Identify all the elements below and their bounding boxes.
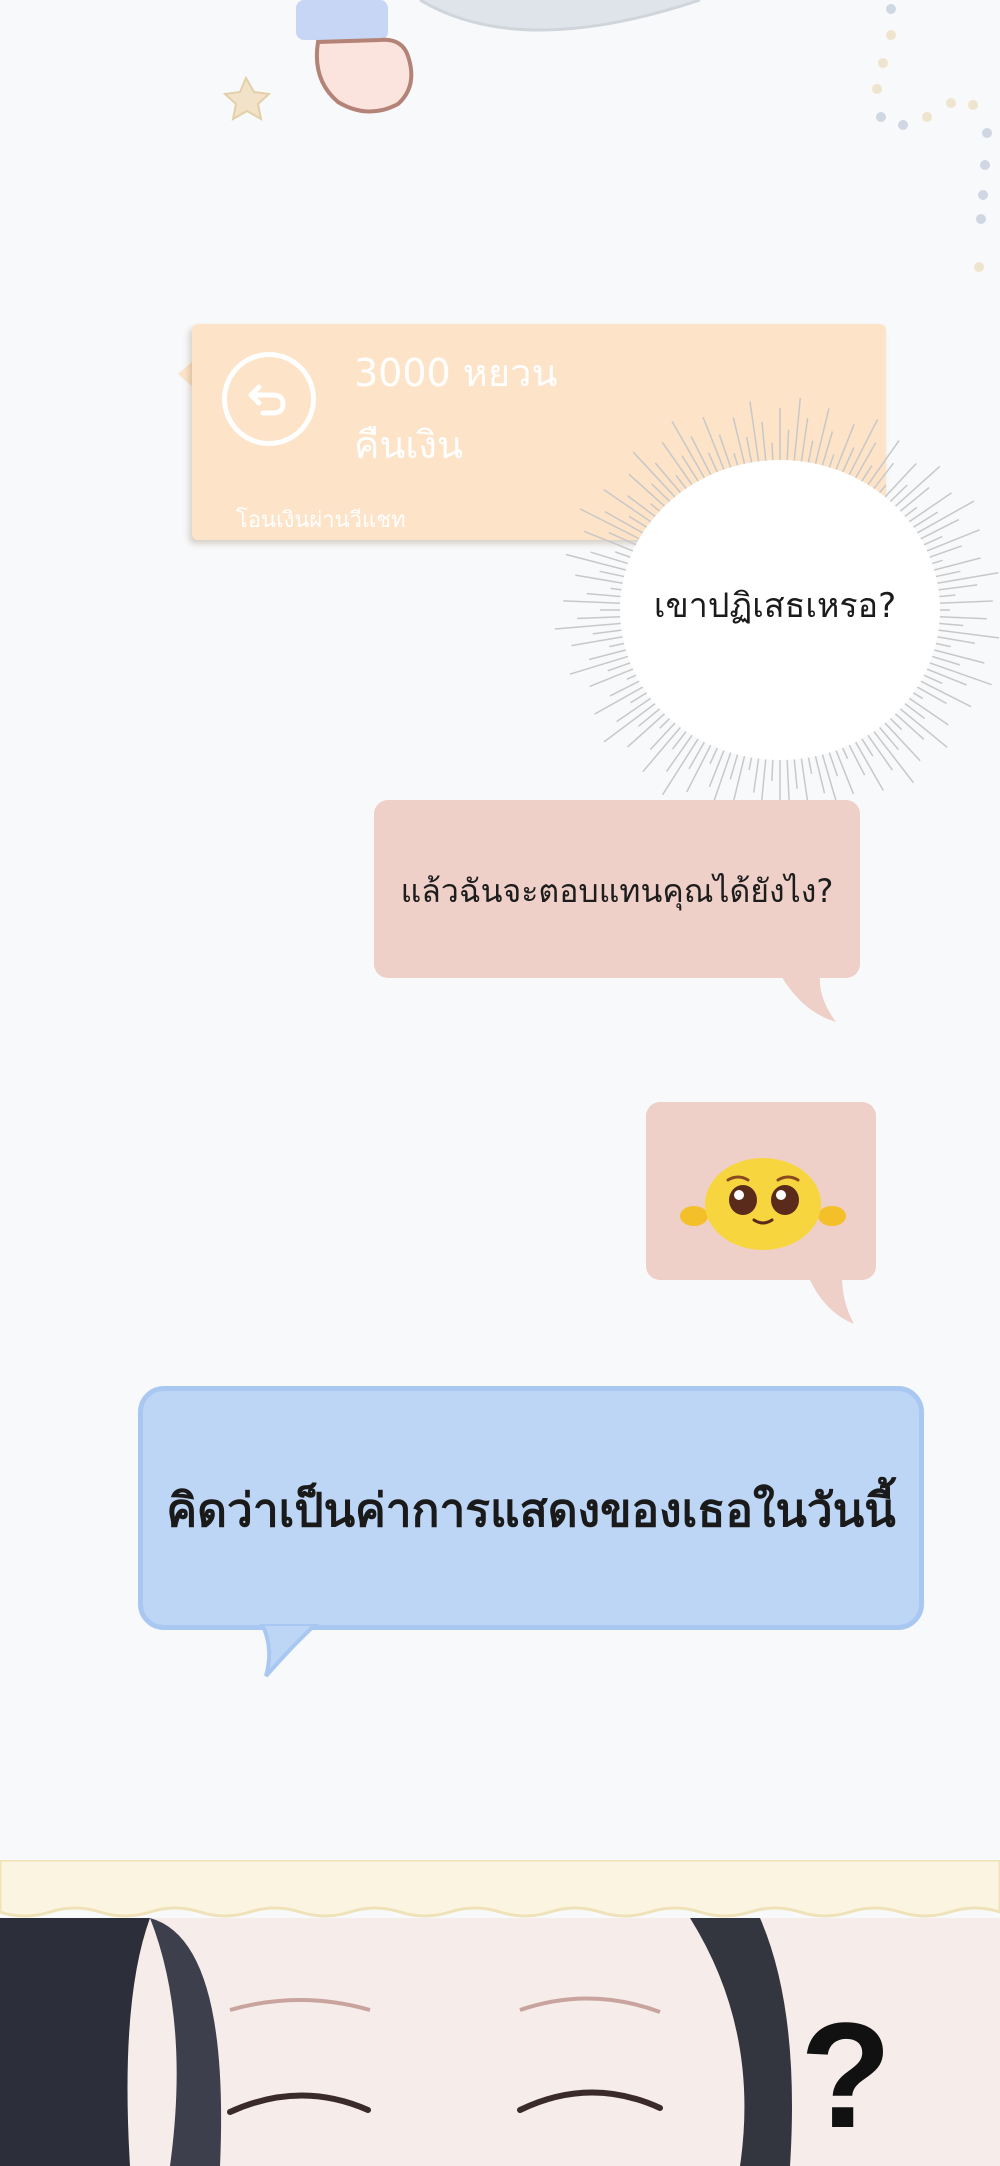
deco-dot xyxy=(968,100,978,110)
burst-ray xyxy=(603,488,660,528)
burst-ray xyxy=(565,553,636,574)
burst-bubble-text: เขาปฏิเสธเหรอ? xyxy=(653,586,897,626)
transfer-status: คืนเงิน xyxy=(354,423,463,467)
deco-dot xyxy=(922,112,932,122)
burst-ray xyxy=(862,440,900,493)
message-bubble-3-text: คิดว่าเป็นค่าการแสดงของเธอในวันนี้ xyxy=(166,1483,896,1537)
question-mark: ? xyxy=(800,1991,892,2159)
refund-arrow-icon xyxy=(222,352,316,446)
deco-dot xyxy=(976,214,986,224)
burst-ray xyxy=(579,508,649,544)
transfer-amount: 3000 หยวน xyxy=(354,351,558,395)
deco-dot xyxy=(946,98,956,108)
burst-ray xyxy=(671,420,710,487)
transfer-footer: โอนเงินผ่านวีแชท xyxy=(236,508,406,533)
deco-dot xyxy=(978,190,988,200)
deco-dot xyxy=(878,58,888,68)
message-bubble-2-tail xyxy=(808,1276,854,1324)
burst-ray xyxy=(792,398,802,470)
comic-panel: ? xyxy=(0,1860,1000,2166)
deco-dot xyxy=(872,84,882,94)
deco-dot xyxy=(886,30,896,40)
burst-ray xyxy=(867,723,915,784)
deco-dot xyxy=(974,262,984,272)
burst-ray xyxy=(844,419,879,484)
top-illustration xyxy=(0,0,1000,150)
burst-ray xyxy=(850,733,884,791)
burst-ray xyxy=(911,676,972,708)
burst-ray xyxy=(812,408,830,473)
message-bubble-1-tail xyxy=(780,974,836,1022)
message-bubble-1-text: แล้วฉันจะตอบแทนคุณได้ยังไง? xyxy=(400,872,834,910)
deco-dot xyxy=(886,4,896,14)
deco-dot xyxy=(980,160,990,170)
burst-ray xyxy=(594,681,652,715)
pleading-emoji-sticker xyxy=(680,1158,846,1250)
deco-dot xyxy=(876,112,886,122)
deco-dot xyxy=(982,128,992,138)
message-bubble-3-tail xyxy=(259,1624,319,1678)
burst-ray xyxy=(908,500,975,539)
deco-dot xyxy=(898,120,908,130)
